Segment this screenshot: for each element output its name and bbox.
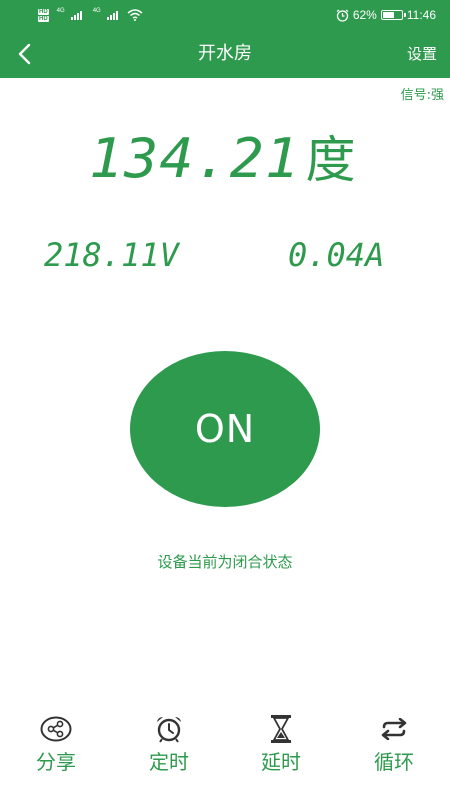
voltage-reading: 218.11V	[44, 236, 179, 274]
status-right: 62% 11:46	[336, 0, 436, 30]
signal-icon	[70, 11, 82, 20]
hourglass-icon	[271, 715, 291, 743]
app-bar: 开水房 设置	[0, 30, 450, 78]
delay-label: 延时	[261, 750, 301, 774]
energy-unit: 度	[305, 131, 356, 189]
share-button[interactable]: 分享	[11, 712, 101, 788]
battery-level	[382, 12, 395, 18]
battery-icon	[380, 10, 406, 20]
energy-reading: 134.21 度	[0, 126, 450, 190]
loop-button[interactable]: 循环	[349, 712, 439, 788]
status-left: HD HD 4G 4G	[38, 3, 143, 27]
alarm-clock-icon	[157, 717, 181, 743]
loop-label: 循环	[374, 750, 414, 774]
battery-percent: 62%	[352, 8, 377, 22]
power-toggle-button[interactable]: ON	[130, 351, 320, 507]
delay-button[interactable]: 延时	[236, 712, 326, 788]
battery-cap	[403, 13, 406, 17]
clock-time: 11:46	[406, 8, 436, 22]
hd-icon: HD	[38, 15, 49, 22]
wifi-icon	[127, 9, 143, 21]
signal-icon	[106, 11, 118, 20]
share-icon	[40, 716, 72, 742]
alarm-icon	[336, 9, 349, 22]
signal-strength: 信号:强	[400, 88, 444, 103]
page-title: 开水房	[198, 43, 252, 64]
current-reading: 0.04A	[288, 236, 385, 274]
timer-button[interactable]: 定时	[124, 712, 214, 788]
hd-badges: HD HD	[38, 8, 49, 22]
energy-value: 134.21	[89, 127, 301, 190]
timer-label: 定时	[149, 750, 189, 774]
bottom-action-bar: 分享 定时 延时 循环	[0, 712, 450, 788]
network-generation: 4G	[56, 8, 65, 14]
loop-icon	[381, 718, 407, 740]
device-state-text: 设备当前为闭合状态	[157, 553, 293, 571]
network-generation-2: 4G	[92, 8, 101, 14]
hd-icon: HD	[38, 8, 49, 15]
status-bar: HD HD 4G 4G 62% 11:46	[0, 0, 450, 30]
share-label: 分享	[36, 750, 76, 774]
settings-button[interactable]: 设置	[407, 30, 437, 78]
